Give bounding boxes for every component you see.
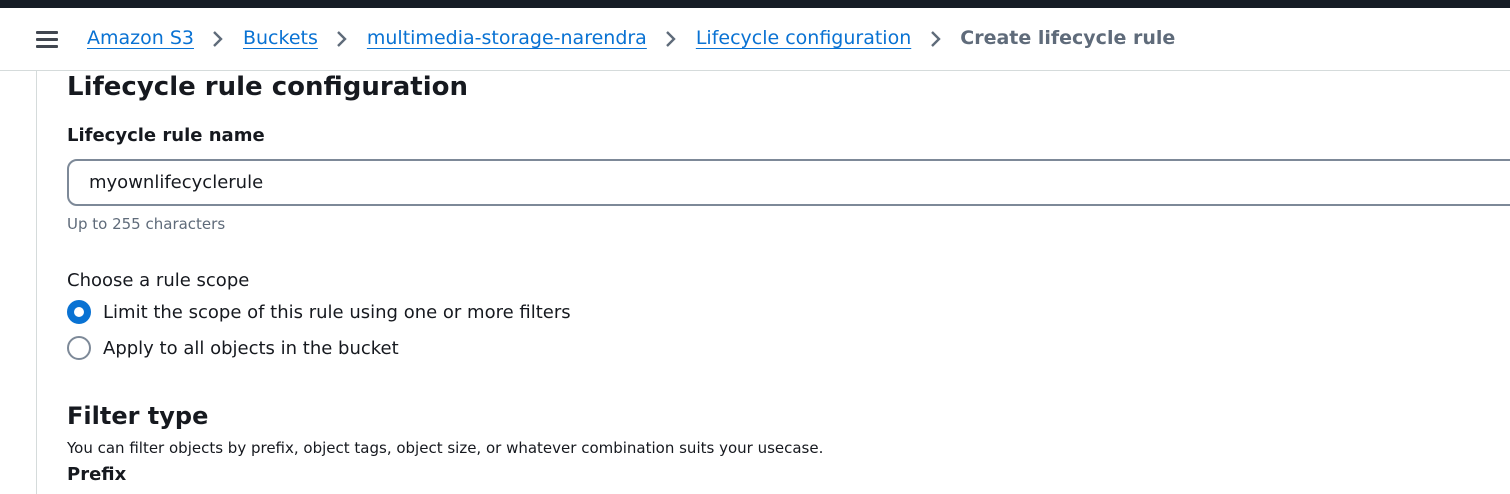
breadcrumb-current-page: Create lifecycle rule	[960, 27, 1176, 49]
rule-scope-label: Choose a rule scope	[67, 270, 250, 291]
breadcrumb: Amazon S3 Buckets multimedia-storage-nar…	[87, 27, 1175, 49]
page-header: Amazon S3 Buckets multimedia-storage-nar…	[0, 8, 1510, 71]
chevron-right-icon	[194, 27, 243, 49]
breadcrumb-lifecycle-configuration[interactable]: Lifecycle configuration	[696, 27, 911, 49]
scope-option-label: Apply to all objects in the bucket	[103, 337, 399, 359]
menu-icon[interactable]	[36, 31, 58, 49]
breadcrumb-amazon-s3[interactable]: Amazon S3	[87, 27, 194, 49]
chevron-right-icon	[911, 27, 960, 49]
radio-unselected-icon[interactable]	[67, 336, 91, 360]
radio-selected-icon[interactable]	[67, 300, 91, 324]
breadcrumb-bucket-name[interactable]: multimedia-storage-narendra	[367, 27, 647, 49]
section-title: Lifecycle rule configuration	[67, 72, 468, 102]
chevron-right-icon	[647, 27, 696, 49]
container-border	[36, 71, 37, 494]
rule-name-input[interactable]	[67, 159, 1510, 206]
top-nav-strip	[0, 0, 1510, 8]
scope-option-label: Limit the scope of this rule using one o…	[103, 301, 571, 323]
rule-name-hint: Up to 255 characters	[67, 215, 226, 233]
scope-option-all-objects[interactable]: Apply to all objects in the bucket	[67, 336, 399, 360]
rule-name-label: Lifecycle rule name	[67, 125, 265, 146]
filter-type-description: You can filter objects by prefix, object…	[67, 439, 824, 457]
prefix-label: Prefix	[67, 464, 127, 485]
breadcrumb-buckets[interactable]: Buckets	[243, 27, 318, 49]
scope-option-filtered[interactable]: Limit the scope of this rule using one o…	[67, 300, 571, 324]
chevron-right-icon	[318, 27, 367, 49]
filter-type-title: Filter type	[67, 402, 209, 430]
